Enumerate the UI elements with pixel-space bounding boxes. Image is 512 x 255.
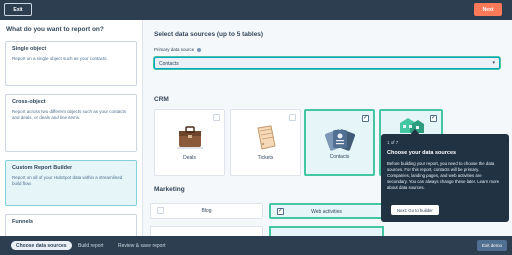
tile-blog[interactable]: Blog — [150, 203, 263, 219]
tile-checkbox[interactable]: ✓ — [362, 115, 369, 122]
go-to-builder-button[interactable]: Next: Go to builder — [391, 205, 439, 215]
option-single-object[interactable]: Single object Report on a single object … — [5, 41, 137, 86]
option-description: Report on all of your HubSpot data withi… — [12, 175, 123, 186]
primary-source-label-text: Primary data source — [154, 47, 195, 52]
tile-checkbox[interactable]: ✓ — [430, 115, 437, 122]
bottom-bar: Choose data sources Build report Review … — [0, 236, 512, 255]
exit-button[interactable]: Exit — [4, 3, 32, 16]
ticket-icon — [256, 125, 276, 150]
step-build-report[interactable]: Build report — [78, 241, 104, 250]
option-funnels[interactable]: Funnels — [5, 214, 137, 236]
tile-deals[interactable]: Deals — [154, 109, 225, 176]
option-description: Report across two different objects such… — [12, 109, 126, 120]
option-title: Funnels — [12, 219, 34, 225]
tile-label: Tickets — [257, 155, 274, 161]
option-title: Cross-object — [12, 99, 46, 105]
next-button[interactable]: Next — [474, 3, 502, 16]
contacts-cards-icon — [324, 129, 355, 151]
info-icon[interactable] — [197, 47, 202, 52]
onboarding-tooltip: 1 of 7 Choose your data sources Before b… — [381, 134, 509, 222]
primary-source-select[interactable]: Contacts ▾ — [154, 57, 500, 69]
tile-label: Contacts — [329, 154, 350, 160]
report-type-panel: What do you want to report on? Single ob… — [0, 20, 143, 236]
tooltip-step: 1 of 7 — [387, 140, 399, 145]
option-description: Report on a single object such as your c… — [12, 56, 108, 61]
top-bar: Exit Next — [0, 0, 512, 20]
option-title: Single object — [12, 46, 47, 52]
tooltip-body: Before building your report, you need to… — [387, 161, 500, 190]
tile-contacts[interactable]: ✓ Contacts — [304, 109, 375, 176]
tile-label: Deals — [183, 155, 196, 161]
data-sources-heading: Select data sources (up to 5 tables) — [154, 31, 264, 38]
primary-source-value: Contacts — [159, 61, 179, 67]
step-choose-data-sources[interactable]: Choose data sources — [11, 241, 72, 250]
tooltip-title: Choose your data sources — [387, 150, 457, 156]
tile-label: Blog — [201, 208, 212, 214]
option-title: Custom Report Builder — [12, 165, 73, 171]
step-review-save[interactable]: Review & save report — [118, 241, 166, 250]
marketing-section-label: Marketing — [154, 186, 185, 193]
briefcase-icon — [176, 126, 203, 149]
exit-demo-button[interactable]: Exit demo — [477, 240, 507, 251]
tile-web-activities[interactable]: ✓ Web activities — [269, 203, 384, 219]
tile-partial — [150, 226, 263, 236]
tile-checkbox[interactable] — [213, 114, 220, 121]
report-type-heading: What do you want to report on? — [6, 26, 104, 33]
checkmark-icon: ✓ — [363, 115, 369, 121]
option-cross-object[interactable]: Cross-object Report across two different… — [5, 94, 137, 152]
tile-tickets[interactable]: Tickets — [230, 109, 301, 176]
crm-section-label: CRM — [154, 96, 169, 103]
checkmark-icon: ✓ — [431, 115, 437, 121]
option-custom-report-builder[interactable]: Custom Report Builder Report on all of y… — [5, 160, 137, 206]
tile-checkbox[interactable] — [289, 114, 296, 121]
tile-label: Web activities — [311, 209, 342, 215]
tile-partial — [269, 226, 384, 236]
primary-source-label: Primary data source — [154, 47, 202, 52]
chevron-down-icon: ▾ — [492, 60, 495, 66]
